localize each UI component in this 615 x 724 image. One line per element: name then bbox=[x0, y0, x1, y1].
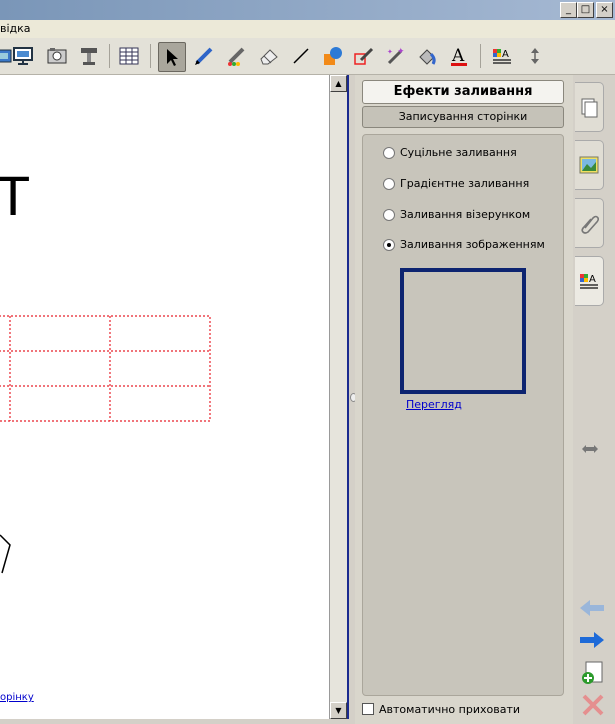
autohide-label: Автоматично приховати bbox=[379, 703, 521, 716]
delete-page-icon[interactable] bbox=[580, 692, 606, 721]
pen-icon[interactable] bbox=[191, 42, 217, 70]
camera-icon[interactable] bbox=[44, 42, 70, 70]
screen-shade-icon[interactable] bbox=[76, 42, 102, 70]
pages-icon bbox=[581, 98, 598, 118]
canvas-link[interactable]: орінку bbox=[0, 692, 34, 703]
splitter-accent-line bbox=[347, 75, 349, 719]
paperclip-icon bbox=[581, 215, 599, 234]
scroll-up-icon[interactable]: ▲ bbox=[330, 75, 347, 92]
tab-attachments[interactable] bbox=[575, 198, 604, 248]
properties-icon[interactable]: A bbox=[489, 42, 515, 70]
radio-label: Градієнтне заливання bbox=[400, 177, 530, 190]
toolbar-separator bbox=[480, 44, 481, 68]
line-icon[interactable] bbox=[288, 42, 314, 70]
scroll-down-icon[interactable]: ▼ bbox=[330, 702, 347, 719]
magic-pen-icon[interactable]: ✦ ✦ bbox=[382, 42, 408, 70]
shape-recognition-pen-icon[interactable] bbox=[351, 42, 377, 70]
autohide-checkbox[interactable] bbox=[362, 703, 374, 715]
table-icon[interactable] bbox=[116, 42, 142, 70]
radio-pattern-fill[interactable]: Заливання візерунком bbox=[383, 208, 530, 221]
close-button[interactable]: × bbox=[596, 2, 613, 18]
text-icon[interactable]: A bbox=[446, 42, 472, 70]
menu-bar bbox=[0, 20, 615, 38]
radio-label: Заливання візерунком bbox=[400, 208, 531, 221]
radio-label: Заливання зображенням bbox=[400, 238, 545, 251]
select-pointer-icon[interactable] bbox=[158, 42, 186, 72]
radio-button[interactable] bbox=[383, 208, 395, 221]
radio-image-fill[interactable]: Заливання зображенням bbox=[383, 238, 545, 251]
browse-link[interactable]: Перегляд bbox=[406, 398, 462, 411]
radio-label: Суцільне заливання bbox=[400, 146, 517, 159]
canvas-text-letter[interactable]: T bbox=[0, 168, 30, 224]
shapes-icon[interactable] bbox=[320, 42, 346, 70]
gallery-icon bbox=[579, 156, 599, 174]
previous-page-icon[interactable] bbox=[578, 598, 606, 621]
canvas-table[interactable] bbox=[0, 315, 211, 422]
swap-sides-icon[interactable] bbox=[580, 442, 600, 459]
next-page-icon[interactable] bbox=[578, 630, 606, 653]
move-toolbar-icon[interactable] bbox=[522, 42, 548, 70]
title-bar bbox=[0, 0, 615, 20]
vertical-scrollbar[interactable]: ▲ ▼ bbox=[330, 75, 347, 719]
screen-display-icon[interactable] bbox=[10, 42, 36, 70]
radio-solid-fill[interactable]: Суцільне заливання bbox=[383, 146, 517, 159]
tab-page-sorter[interactable] bbox=[575, 82, 604, 132]
menu-item-help[interactable]: відка bbox=[0, 22, 31, 35]
eraser-icon[interactable] bbox=[256, 42, 282, 70]
radio-gradient-fill[interactable]: Градієнтне заливання bbox=[383, 177, 529, 190]
add-page-icon[interactable] bbox=[580, 660, 606, 689]
tab-gallery[interactable] bbox=[575, 140, 604, 190]
maximize-button[interactable]: □ bbox=[577, 2, 594, 18]
radio-button[interactable] bbox=[383, 177, 395, 190]
tab-properties[interactable]: A bbox=[575, 256, 604, 306]
page-recording-button[interactable]: Записування сторінки bbox=[362, 106, 564, 128]
radio-button[interactable] bbox=[383, 146, 395, 159]
toolbar-separator bbox=[150, 44, 151, 68]
minimize-button[interactable]: _ bbox=[560, 2, 577, 18]
svg-text:A: A bbox=[589, 274, 596, 285]
toolbar-separator bbox=[109, 44, 110, 68]
image-preview-box bbox=[400, 268, 526, 394]
fill-icon[interactable] bbox=[414, 42, 440, 70]
svg-text:✦: ✦ bbox=[387, 48, 393, 56]
creative-pen-icon[interactable] bbox=[223, 42, 249, 70]
radio-button-selected[interactable] bbox=[383, 238, 395, 251]
canvas-polygon-shape[interactable] bbox=[0, 525, 20, 605]
panel-header-button[interactable]: Ефекти заливання bbox=[362, 80, 564, 104]
svg-text:✦: ✦ bbox=[397, 47, 405, 57]
svg-text:A: A bbox=[502, 49, 509, 60]
properties-tab-icon: A bbox=[580, 274, 598, 289]
